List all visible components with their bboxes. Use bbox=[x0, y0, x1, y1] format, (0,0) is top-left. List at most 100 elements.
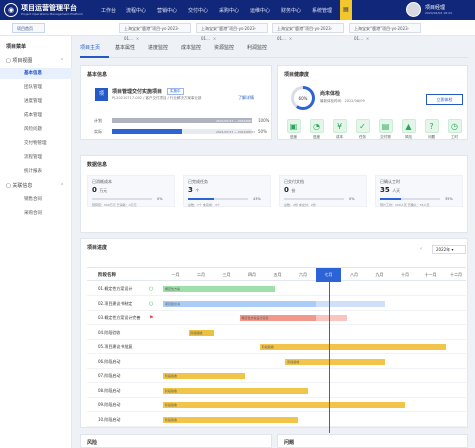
gantt-bar-label: 阶段验收 bbox=[190, 330, 203, 335]
nav-finance-center[interactable]: 财务中心 bbox=[281, 7, 301, 14]
task-name: 10.阶段启动 bbox=[98, 416, 121, 422]
year-select[interactable]: 2022年 ▾ bbox=[432, 245, 466, 254]
stat-note: 总数：2份 未交付：2份 bbox=[284, 203, 316, 207]
tab-project-detail-2[interactable]: 上海宝安“鹿港”项目-ys-2023-01... × bbox=[196, 23, 268, 41]
gantt-bar[interactable]: 阶段验收 bbox=[259, 344, 447, 350]
chevron-up-icon[interactable]: ⌃ bbox=[60, 58, 64, 64]
chevron-up-icon[interactable]: ⌃ bbox=[60, 183, 64, 189]
timesheet-icon[interactable]: ◷ bbox=[447, 119, 462, 133]
gantt-row[interactable]: 09.阶段启动 阶段验收 bbox=[87, 399, 466, 412]
gantt-row[interactable]: 01.概定性方案设计 ○ 概定性方案 bbox=[87, 283, 466, 296]
quick-action-4[interactable]: ▤ 交付物 bbox=[377, 119, 394, 140]
nav-process-center[interactable]: 流程中心 bbox=[126, 7, 146, 14]
sidebar-item-progress[interactable]: 进度管理 bbox=[0, 96, 72, 107]
sidebar-item-reports[interactable]: 统计报表 bbox=[0, 166, 72, 177]
user-avatar[interactable] bbox=[406, 2, 421, 17]
health-check-button[interactable]: 立即体检 bbox=[426, 94, 463, 105]
chevron-left-icon[interactable]: ‹ bbox=[420, 246, 422, 252]
stat-value: 0 万元 bbox=[92, 186, 108, 194]
gantt-bar[interactable]: 阶段验收 bbox=[163, 416, 299, 423]
gantt-bar[interactable]: 阶段验收 bbox=[163, 402, 406, 408]
gantt-bar[interactable] bbox=[316, 300, 385, 307]
nav-system-management[interactable]: 系统管理 bbox=[312, 7, 332, 14]
quick-action-2[interactable]: ¥ 成本 bbox=[331, 119, 348, 140]
project-progress-card: 项目进度 ‹ 2022年 ▾ 阶段名称 一月 二月 三月 四月 五月 六月 七月 八月 九月 十月… bbox=[80, 238, 468, 433]
actual-progress-value: 50% bbox=[258, 129, 267, 134]
project-sidebar: 项目菜单 ▢ 项目视图 ⌃ 基本信息 团队管理 进度管理 成本管理 风险问题 交… bbox=[0, 36, 72, 448]
gantt-row[interactable]: 10.阶段启动 阶段验收 bbox=[87, 414, 466, 427]
sidebar-item-team[interactable]: 团队管理 bbox=[0, 82, 72, 93]
folder-icon[interactable]: ▣ bbox=[286, 119, 301, 133]
gantt-row[interactable]: 08.阶段启动 阶段验收 bbox=[87, 385, 466, 398]
sidebar-item-deliverables[interactable]: 交付物管理 bbox=[0, 138, 72, 149]
sidebar-item-purchase-contract[interactable]: 采购合同 bbox=[0, 208, 72, 219]
gantt-bar[interactable] bbox=[316, 315, 347, 321]
tab-resource-monitoring[interactable]: 资源监控 bbox=[214, 44, 234, 51]
gantt-bar[interactable]: 阶段验收 bbox=[285, 358, 385, 365]
nav-marketing-center[interactable]: 营销中心 bbox=[157, 7, 177, 14]
quick-action-5[interactable]: ▲ 风险 bbox=[400, 119, 417, 140]
gantt-bar-label: 阶段验收 bbox=[165, 388, 178, 393]
gantt-row[interactable]: 06.阶段启动 阶段验收 bbox=[87, 356, 466, 369]
stat-label: 已完成任务 bbox=[188, 179, 208, 184]
quick-action-3[interactable]: ✓ 任务 bbox=[354, 119, 371, 140]
gantt-row[interactable]: 02.项目建议书制定 ○ 项目建议书 bbox=[87, 298, 466, 311]
warning-icon[interactable]: ▲ bbox=[401, 119, 416, 133]
tab-progress-monitoring[interactable]: 进度监控 bbox=[148, 44, 168, 51]
tab-profit-monitoring[interactable]: 利润监控 bbox=[247, 44, 267, 51]
gantt-bar-label: 阶段验收 bbox=[287, 359, 300, 364]
sidebar-item-sales-contract[interactable]: 销售合同 bbox=[0, 194, 72, 205]
month-header-7: 七月 bbox=[316, 268, 341, 282]
sidebar-item-risk[interactable]: 风险问题 bbox=[0, 124, 72, 135]
basic-info-title: 基本信息 bbox=[87, 72, 108, 78]
tab-basic-attributes[interactable]: 基本属性 bbox=[115, 44, 135, 51]
sidebar-group-related-info[interactable]: ▢ 关联信息 bbox=[6, 182, 32, 189]
status-circle-icon: ○ bbox=[149, 286, 154, 292]
gantt-row[interactable]: 05.项目建议书批复 阶段验收 bbox=[87, 341, 466, 354]
cost-icon[interactable]: ¥ bbox=[332, 119, 347, 133]
nav-delivery-center[interactable]: 交付中心 bbox=[188, 7, 208, 14]
plan-progress-value: 100% bbox=[258, 118, 270, 123]
quick-action-6[interactable]: ? 问题 bbox=[423, 119, 440, 140]
tab-project-detail-4[interactable]: 上海宝安“鹿港”项目-ys-2023-01... × bbox=[349, 23, 421, 41]
issue-icon[interactable]: ? bbox=[424, 119, 439, 133]
stat-progress-track bbox=[284, 198, 344, 200]
deliverable-icon[interactable]: ▤ bbox=[378, 119, 393, 133]
details-link[interactable]: 了解详情 bbox=[238, 95, 254, 101]
quick-action-1[interactable]: ◔ 进度 bbox=[308, 119, 325, 140]
nav-procurement-center[interactable]: 采购中心 bbox=[219, 7, 239, 14]
task-icon[interactable]: ✓ bbox=[355, 119, 370, 133]
tab-project-detail-3[interactable]: 上海宝安“鹿港”项目-ys-2023-01... × bbox=[272, 23, 344, 41]
quick-action-0[interactable]: ▣ 进度 bbox=[285, 119, 302, 140]
gantt-bar[interactable]: 概定性方案 bbox=[163, 286, 276, 292]
month-header-1: 一月 bbox=[171, 272, 180, 277]
quick-action-7[interactable]: ◷ 工时 bbox=[446, 119, 463, 140]
sidebar-item-process[interactable]: 流程管理 bbox=[0, 152, 72, 163]
gantt-row[interactable]: 04.阶段验收 阶段验收 bbox=[87, 327, 466, 340]
gantt-row[interactable]: 07.阶段启动 阶段验收 bbox=[87, 370, 466, 383]
stat-progress-track bbox=[380, 198, 440, 200]
nav-operations-center[interactable]: 运维中心 bbox=[250, 7, 270, 14]
plan-label: 计划 bbox=[94, 118, 102, 123]
tab-project-home[interactable]: 项目主页 bbox=[80, 44, 100, 51]
gantt-bar[interactable]: 项目建议书 bbox=[163, 300, 316, 307]
user-time: 2024/04/02 18:24 bbox=[425, 11, 452, 15]
tab-project-home[interactable]: 项目首页 bbox=[12, 23, 45, 33]
stat-value: 35 人天 bbox=[380, 186, 401, 194]
tab-cost-monitoring[interactable]: 成本监控 bbox=[181, 44, 201, 51]
nav-workbench[interactable]: 工作台 bbox=[101, 7, 116, 14]
month-header-6: 六月 bbox=[299, 272, 307, 277]
user-name[interactable]: 项目经理 bbox=[425, 4, 445, 11]
gantt-bar[interactable]: 概定性方案设计完善 bbox=[239, 315, 316, 321]
sidebar-item-cost[interactable]: 成本管理 bbox=[0, 110, 72, 121]
gantt-bar[interactable]: 阶段验收 bbox=[163, 387, 309, 394]
gantt-bar[interactable]: 阶段验收 bbox=[163, 373, 245, 379]
tab-project-detail-1[interactable]: 上海宝安“鹿港”项目-ys-2023-01... × bbox=[119, 23, 191, 41]
sidebar-item-basic-info[interactable]: 基本信息 bbox=[0, 68, 72, 79]
sidebar-group-project-view[interactable]: ▢ 项目视图 bbox=[6, 57, 32, 64]
gantt-bar[interactable]: 阶段验收 bbox=[188, 329, 214, 336]
gantt-row[interactable]: 03.概定性方案设计完善 ⚑ 概定性方案设计完善 bbox=[87, 312, 466, 325]
menu-icon[interactable]: ▤ bbox=[340, 0, 352, 20]
gantt-bar-label: 概定性方案设计完善 bbox=[241, 316, 269, 320]
progress-icon[interactable]: ◔ bbox=[309, 119, 324, 133]
